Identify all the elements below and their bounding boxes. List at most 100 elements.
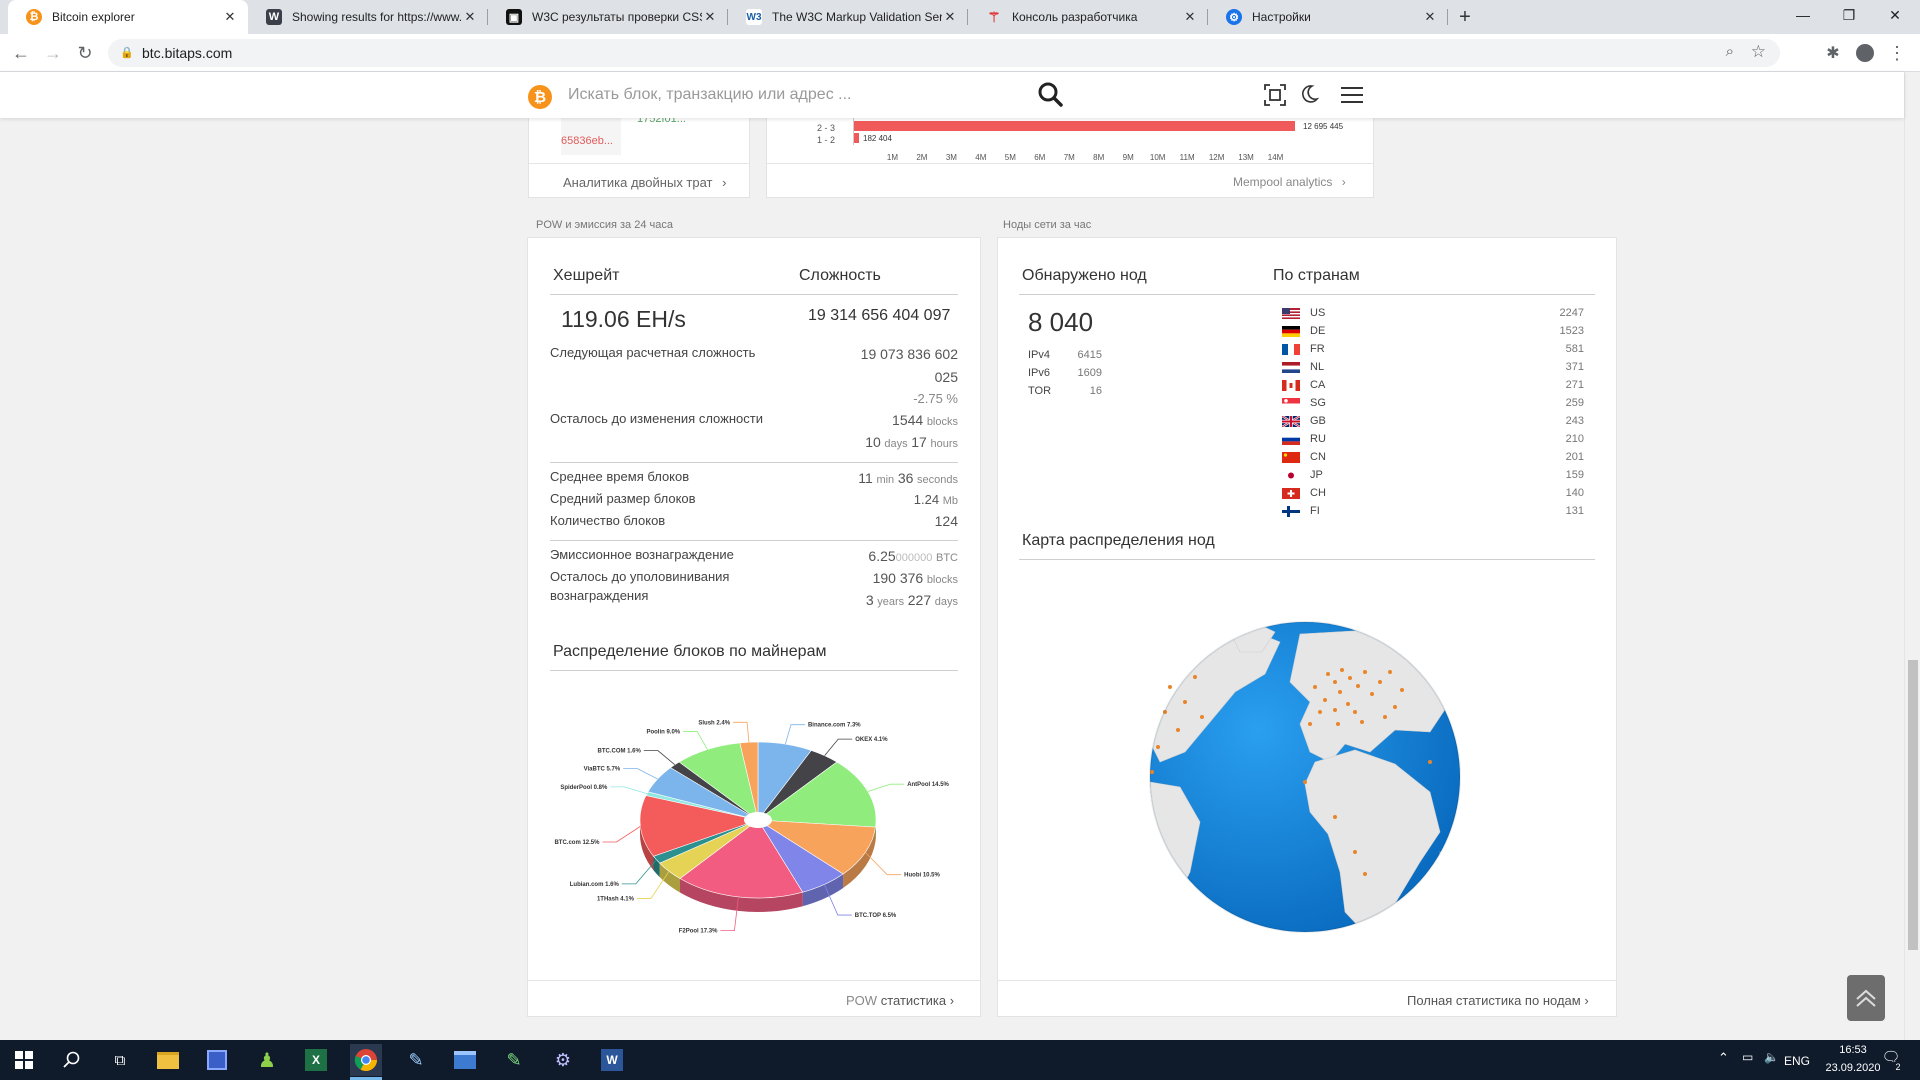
miners-pie-chart: Binance.com 7.3% OKEX 4.1% AntPool 14.5% Hu… <box>554 720 949 934</box>
hamburger-menu-icon[interactable] <box>1340 84 1364 106</box>
chrome-icon[interactable] <box>350 1044 382 1076</box>
country-node-count: 159 <box>1565 469 1584 481</box>
profile-avatar-icon[interactable] <box>1850 38 1880 68</box>
search-icon[interactable] <box>1036 80 1066 110</box>
mempool-analytics-link[interactable]: Mempool analytics › <box>1233 175 1346 189</box>
notification-count: 2 <box>1892 1062 1904 1074</box>
tx-hash-fragment[interactable]: 65836eb... <box>561 135 613 147</box>
address-bar-row: ← → ↻ 🔒 btc.bitaps.com ⌕ ☆ ✱ ⋮ <box>0 34 1920 72</box>
tab-title: Консоль разработчика <box>1012 10 1138 24</box>
editor-icon[interactable]: ✎ <box>498 1044 530 1076</box>
pow-caption: POW и эмиссия за 24 часа <box>536 219 673 231</box>
url-bar[interactable]: 🔒 btc.bitaps.com ⌕ ☆ <box>108 39 1780 67</box>
ipv6-value: 1609 <box>1077 367 1102 379</box>
country-code: CN <box>1310 451 1326 463</box>
ipv4-label: IPv4 <box>1028 349 1051 361</box>
close-tab-icon[interactable]: ✕ <box>1422 9 1438 25</box>
double-spend-link-text: Аналитика двойных трат <box>563 175 713 190</box>
pie-leader-line <box>824 738 853 756</box>
chevron-right-icon: › <box>722 175 727 190</box>
file-explorer-icon[interactable] <box>152 1044 184 1076</box>
country-code: FR <box>1310 343 1325 355</box>
country-code: GB <box>1310 415 1326 427</box>
close-window-icon[interactable]: ✕ <box>1872 0 1918 30</box>
country-node-count: 2247 <box>1559 307 1584 319</box>
unit: seconds <box>917 474 958 486</box>
dark-mode-moon-icon[interactable] <box>1298 83 1320 105</box>
close-tab-icon[interactable]: ✕ <box>1182 9 1198 25</box>
tor-label: TOR <box>1028 385 1052 397</box>
windows-start-icon[interactable] <box>8 1044 40 1076</box>
search-input[interactable] <box>568 82 1028 108</box>
close-tab-icon[interactable]: ✕ <box>942 9 958 25</box>
restore-icon[interactable]: ❐ <box>1826 0 1872 30</box>
pie-leader-line <box>867 783 905 792</box>
next-difficulty-value-cont: 025 <box>934 369 958 385</box>
country-code: CH <box>1310 487 1326 499</box>
days-number: 227 <box>907 592 932 608</box>
halving-blocks: 190 376 blocks <box>780 570 958 586</box>
tab-settings[interactable]: ⚙ Настройки ✕ <box>1208 0 1448 34</box>
bookmark-star-icon[interactable]: ☆ <box>1751 42 1766 62</box>
excel-icon[interactable]: X <box>300 1044 332 1076</box>
search-icon[interactable] <box>56 1044 88 1076</box>
extensions-icon[interactable]: ✱ <box>1818 38 1848 68</box>
next-difficulty-label: Следующая расчетная сложность <box>550 345 756 360</box>
halving-time: 3 years 227 days <box>780 592 958 608</box>
gear-favicon-icon: ⚙ <box>1226 9 1242 25</box>
double-spend-link[interactable]: Аналитика двойных трат › <box>563 175 726 190</box>
save-disk-icon[interactable] <box>201 1044 233 1076</box>
clock-date[interactable]: 23.09.2020 <box>1820 1062 1886 1074</box>
pie-leader-line <box>602 826 641 843</box>
tab-w3c-markup[interactable]: W3 The W3C Markup Validation Serv ✕ <box>728 0 968 34</box>
tab-w3c-css[interactable]: ▣ W3C результаты проверки CSS ✕ <box>488 0 728 34</box>
back-arrow-icon[interactable]: ← <box>6 38 36 68</box>
pie-leader-line <box>610 786 648 795</box>
minimize-icon[interactable]: — <box>1780 0 1826 30</box>
language-indicator[interactable]: ENG <box>1784 1054 1810 1068</box>
bitaps-logo-icon[interactable]: ₿ <box>528 85 552 109</box>
qr-scan-icon[interactable] <box>1264 84 1286 106</box>
browser-menu-icon[interactable]: ⋮ <box>1882 38 1912 68</box>
full-nodes-stats-link[interactable]: Полная статистика по нодам › <box>1407 993 1589 1008</box>
zoom-icon[interactable]: ⌕ <box>1726 43 1734 60</box>
node-globe-map[interactable] <box>1140 612 1470 942</box>
scroll-to-top-button[interactable] <box>1847 975 1885 1021</box>
network-icon[interactable]: ▭ <box>1742 1050 1753 1064</box>
close-tab-icon[interactable]: ✕ <box>222 9 238 25</box>
close-tab-icon[interactable]: ✕ <box>462 9 478 25</box>
forward-arrow-icon[interactable]: → <box>38 38 68 68</box>
scrollbar-thumb[interactable] <box>1908 660 1918 950</box>
tab-title: Настройки <box>1252 10 1311 24</box>
tab-dev-console[interactable]: ⚚ Консоль разработчика ✕ <box>968 0 1208 34</box>
pie-slice-label: ViaBTC 5.7% <box>584 766 621 772</box>
pie-slice-label: 1THash 4.1% <box>597 896 635 902</box>
task-view-icon[interactable]: ⧉ <box>104 1044 136 1076</box>
tab-showing-results[interactable]: W Showing results for https://www... ✕ <box>248 0 488 34</box>
hours-number: 17 <box>911 434 927 450</box>
mempool-axis-tick: 14M <box>1267 153 1284 162</box>
site-header: ₿ <box>0 72 1904 118</box>
country-code: JP <box>1310 469 1323 481</box>
volume-icon[interactable]: 🔈 <box>1764 1050 1779 1064</box>
difficulty-value: 19 314 656 404 097 <box>808 307 951 324</box>
new-tab-icon[interactable]: + <box>1452 4 1478 30</box>
window-app-icon[interactable] <box>449 1044 481 1076</box>
tray-chevron-up-icon[interactable]: ⌃ <box>1718 1050 1729 1066</box>
reload-icon[interactable]: ↻ <box>70 38 100 68</box>
tab-bitcoin-explorer[interactable]: ₿ Bitcoin explorer ✕ <box>8 0 248 34</box>
pow-stats-link[interactable]: POW статистика › <box>846 993 954 1008</box>
page-scrollbar[interactable] <box>1904 72 1920 1040</box>
notepad-icon[interactable]: ✎ <box>400 1044 432 1076</box>
tools-icon[interactable]: ⚙ <box>547 1044 579 1076</box>
flag-ru-icon <box>1282 434 1300 445</box>
tab-title: The W3C Markup Validation Serv <box>772 10 942 24</box>
clock-time[interactable]: 16:53 <box>1826 1044 1880 1056</box>
bar-value: 12 695 445 <box>1303 122 1344 131</box>
word-icon[interactable]: W <box>596 1044 628 1076</box>
user-app-icon[interactable]: ♟ <box>251 1044 283 1076</box>
mempool-axis-tick: 11M <box>1179 153 1195 162</box>
close-tab-icon[interactable]: ✕ <box>702 9 718 25</box>
unit: hours <box>930 438 958 450</box>
pie-leader-line <box>623 768 658 780</box>
